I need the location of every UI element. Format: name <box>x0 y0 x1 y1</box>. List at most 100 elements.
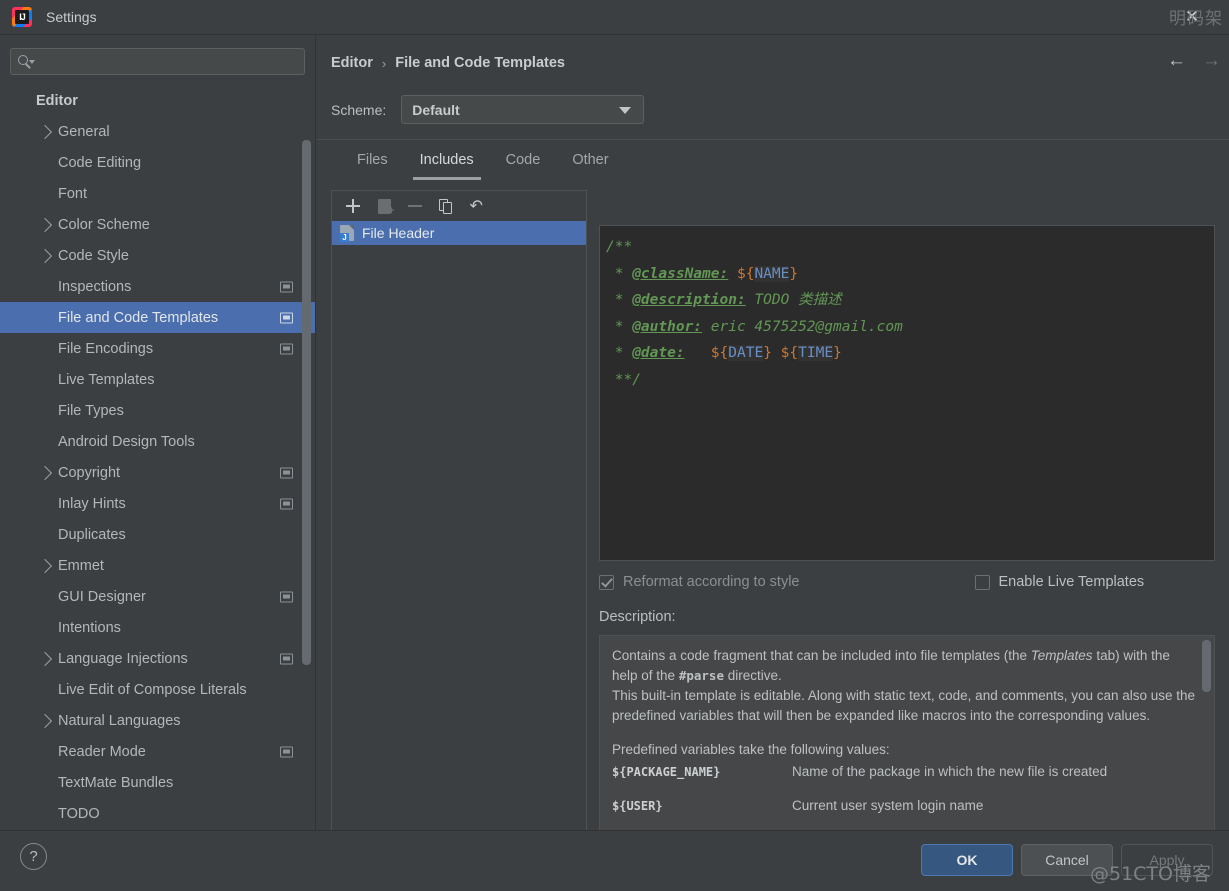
editor-line: **/ <box>606 367 1214 394</box>
editor-line: * @date: ${DATE} ${TIME} <box>606 340 1214 367</box>
copy-button[interactable] <box>433 194 459 218</box>
java-file-icon <box>340 225 354 241</box>
close-icon[interactable]: ✕ <box>1181 6 1203 28</box>
chevron-right-icon[interactable] <box>38 713 52 727</box>
live-templates-checkbox-label: Enable Live Templates <box>999 574 1145 590</box>
chevron-right-icon[interactable] <box>38 124 52 138</box>
settings-dialog: IJ Settings ✕ 明码架 Editor GeneralCode Edi… <box>0 0 1229 891</box>
breadcrumb-parent[interactable]: Editor <box>331 55 373 71</box>
sidebar-item-language-injections[interactable]: Language Injections <box>0 643 315 674</box>
code-token: } <box>833 345 842 361</box>
settings-sidebar: Editor GeneralCode EditingFont Color Sche… <box>0 35 316 830</box>
template-tabs: FilesIncludesCodeOther <box>317 139 1229 179</box>
code-token: ${ <box>737 266 754 282</box>
description-label: Description: <box>599 609 676 625</box>
sidebar-item-code-editing[interactable]: Code Editing <box>0 147 315 178</box>
minus-icon <box>408 205 422 207</box>
reset-button[interactable]: ↶ <box>464 194 490 218</box>
reformat-checkbox[interactable]: Reformat according to style <box>599 574 800 590</box>
sidebar-item-label: File Types <box>58 403 124 419</box>
add-file-icon <box>378 199 391 214</box>
tab-other[interactable]: Other <box>556 140 624 180</box>
desc-p1-emphasis: Templates <box>1031 648 1093 663</box>
sidebar-item-natural-languages[interactable]: Natural Languages <box>0 705 315 736</box>
revert-icon: ↶ <box>470 199 485 213</box>
sidebar-item-emmet[interactable]: Emmet <box>0 550 315 581</box>
navigation-arrows: ← → <box>1167 51 1221 70</box>
sidebar-item-file-types[interactable]: File Types <box>0 395 315 426</box>
list-item[interactable]: File Header <box>332 221 586 245</box>
tree-root-editor[interactable]: Editor <box>0 85 315 116</box>
sidebar-item-live-templates[interactable]: Live Templates <box>0 364 315 395</box>
project-scope-icon <box>280 746 293 757</box>
chevron-right-icon[interactable] <box>38 465 52 479</box>
chevron-right-icon[interactable] <box>38 248 52 262</box>
sidebar-item-general[interactable]: General <box>0 116 315 147</box>
sidebar-item-inspections[interactable]: Inspections <box>0 271 315 302</box>
variable-name: ${PACKAGE_NAME} <box>612 764 792 779</box>
sidebar-item-gui-designer[interactable]: GUI Designer <box>0 581 315 612</box>
sidebar-item-file-and-code-templates[interactable]: File and Code Templates <box>0 302 315 333</box>
code-token <box>685 345 711 361</box>
templates-toolbar: ↶ <box>332 191 586 221</box>
desc-p1-c: directive. <box>724 668 782 683</box>
sidebar-item-file-encodings[interactable]: File Encodings <box>0 333 315 364</box>
sidebar-item-label: Inspections <box>58 279 131 295</box>
variable-name: ${USER} <box>612 798 792 813</box>
sidebar-item-color-scheme[interactable]: Color Scheme <box>0 209 315 240</box>
sidebar-item-android-design-tools[interactable]: Android Design Tools <box>0 426 315 457</box>
arrow-right-icon[interactable]: → <box>1202 51 1221 70</box>
project-scope-icon <box>280 498 293 509</box>
sidebar-item-intentions[interactable]: Intentions <box>0 612 315 643</box>
template-editor[interactable]: /** * @className: ${NAME} * @description… <box>599 225 1215 561</box>
ok-button[interactable]: OK <box>921 844 1013 876</box>
list-item-label: File Header <box>362 225 434 241</box>
sidebar-item-label: Inlay Hints <box>58 496 126 512</box>
chevron-right-icon[interactable] <box>38 217 52 231</box>
chevron-right-icon[interactable] <box>38 651 52 665</box>
settings-tree: Editor GeneralCode EditingFont Color Sche… <box>0 85 315 829</box>
sidebar-item-inlay-hints[interactable]: Inlay Hints <box>0 488 315 519</box>
tab-code[interactable]: Code <box>490 140 557 180</box>
search-input[interactable] <box>34 54 304 69</box>
cancel-button[interactable]: Cancel <box>1021 844 1113 876</box>
project-scope-icon <box>280 653 293 664</box>
sidebar-item-label: File Encodings <box>58 341 153 357</box>
sidebar-scrollbar[interactable] <box>302 140 311 665</box>
title-bar: IJ Settings ✕ 明码架 <box>0 0 1229 35</box>
code-token: * <box>606 319 632 335</box>
add-button[interactable] <box>340 194 366 218</box>
help-icon[interactable]: ? <box>20 843 47 870</box>
sidebar-item-font[interactable]: Font <box>0 178 315 209</box>
code-token: DATE <box>728 345 763 361</box>
project-scope-icon <box>280 591 293 602</box>
sidebar-item-duplicates[interactable]: Duplicates <box>0 519 315 550</box>
chevron-right-icon[interactable] <box>38 558 52 572</box>
live-templates-checkbox[interactable]: Enable Live Templates <box>975 574 1145 590</box>
sidebar-item-label: Live Templates <box>58 372 154 388</box>
code-token <box>728 266 737 282</box>
sidebar-item-label: Color Scheme <box>58 217 150 233</box>
window-title: Settings <box>46 9 97 25</box>
variable-description: Current user system login name <box>792 798 983 813</box>
scheme-dropdown[interactable]: Default <box>401 95 644 124</box>
code-token: ${ <box>711 345 728 361</box>
breadcrumb-separator: › <box>382 56 386 71</box>
description-scrollbar[interactable] <box>1202 640 1211 692</box>
tab-files[interactable]: Files <box>341 140 404 180</box>
code-token: **/ <box>606 372 641 388</box>
sidebar-item-copyright[interactable]: Copyright <box>0 457 315 488</box>
code-token: * <box>606 345 632 361</box>
sidebar-item-label: Live Edit of Compose Literals <box>58 682 247 698</box>
arrow-left-icon[interactable]: ← <box>1167 51 1186 70</box>
sidebar-item-label: Intentions <box>58 620 121 636</box>
sidebar-item-live-edit-of-compose-literals[interactable]: Live Edit of Compose Literals <box>0 674 315 705</box>
search-box[interactable] <box>10 48 305 75</box>
sidebar-item-reader-mode[interactable]: Reader Mode <box>0 736 315 767</box>
sidebar-item-textmate-bundles[interactable]: TextMate Bundles <box>0 767 315 798</box>
code-token: ${ <box>781 345 798 361</box>
sidebar-item-code-style[interactable]: Code Style <box>0 240 315 271</box>
templates-list-panel: ↶ File Header <box>331 190 587 855</box>
sidebar-item-todo[interactable]: TODO <box>0 798 315 829</box>
tab-includes[interactable]: Includes <box>404 140 490 180</box>
